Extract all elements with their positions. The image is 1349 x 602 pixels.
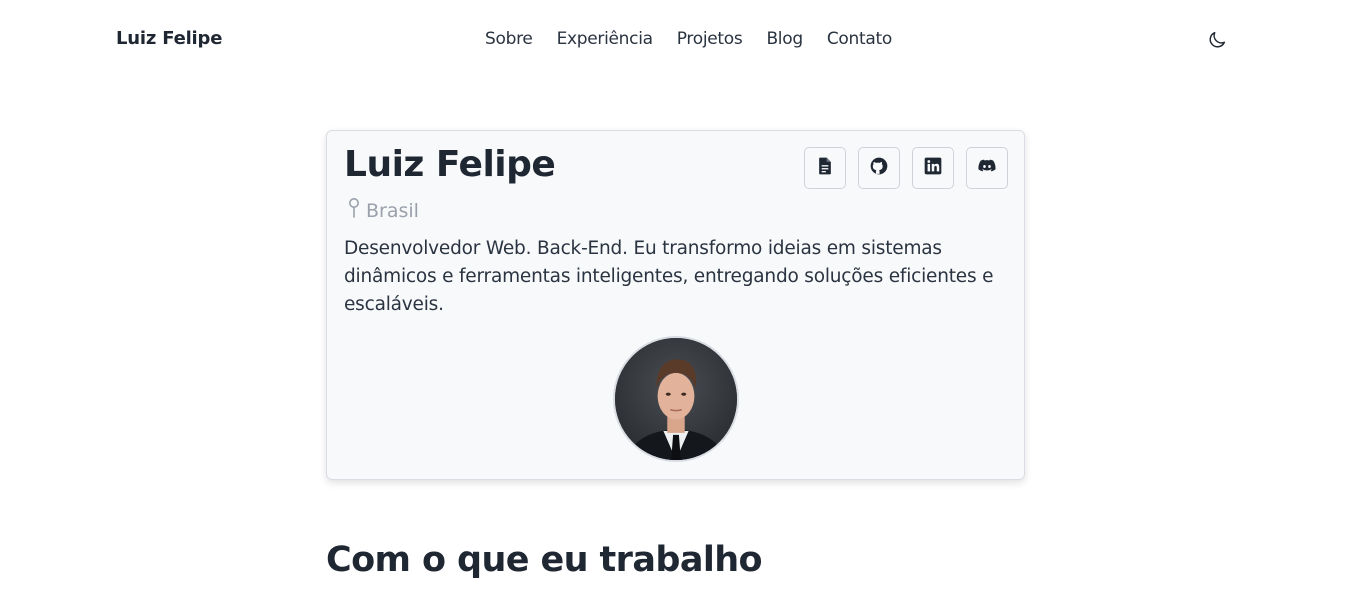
location-label: Brasil (366, 199, 419, 222)
nav-link-blog[interactable]: Blog (766, 29, 803, 49)
social-links (804, 147, 1008, 189)
nav-link-contato[interactable]: Contato (827, 29, 892, 49)
nav-link-sobre[interactable]: Sobre (485, 29, 533, 49)
github-icon (869, 156, 889, 180)
resume-document-icon (815, 156, 835, 180)
brand-link[interactable]: Luiz Felipe (116, 28, 222, 49)
skills-heading: Com o que eu trabalho (326, 540, 763, 580)
moon-icon[interactable] (1206, 29, 1228, 51)
github-button[interactable] (858, 147, 900, 189)
main-nav: Sobre Experiência Projetos Blog Contato (485, 29, 892, 49)
site-header: Luiz Felipe Sobre Experiência Projetos B… (0, 0, 1349, 80)
profile-bio: Desenvolvedor Web. Back-End. Eu transfor… (344, 238, 994, 315)
avatar (613, 336, 739, 462)
profile-name: Luiz Felipe (344, 144, 556, 185)
linkedin-button[interactable] (912, 147, 954, 189)
nav-link-projetos[interactable]: Projetos (677, 29, 743, 49)
profile-card: Luiz Felipe Brasil Desenvolvedor Web. Ba… (326, 130, 1025, 480)
nav-link-experiencia[interactable]: Experiência (557, 29, 653, 49)
location: Brasil (347, 197, 419, 224)
linkedin-icon (923, 156, 943, 180)
resume-button[interactable] (804, 147, 846, 189)
discord-icon (977, 156, 997, 180)
map-pin-icon (347, 197, 361, 224)
discord-button[interactable] (966, 147, 1008, 189)
